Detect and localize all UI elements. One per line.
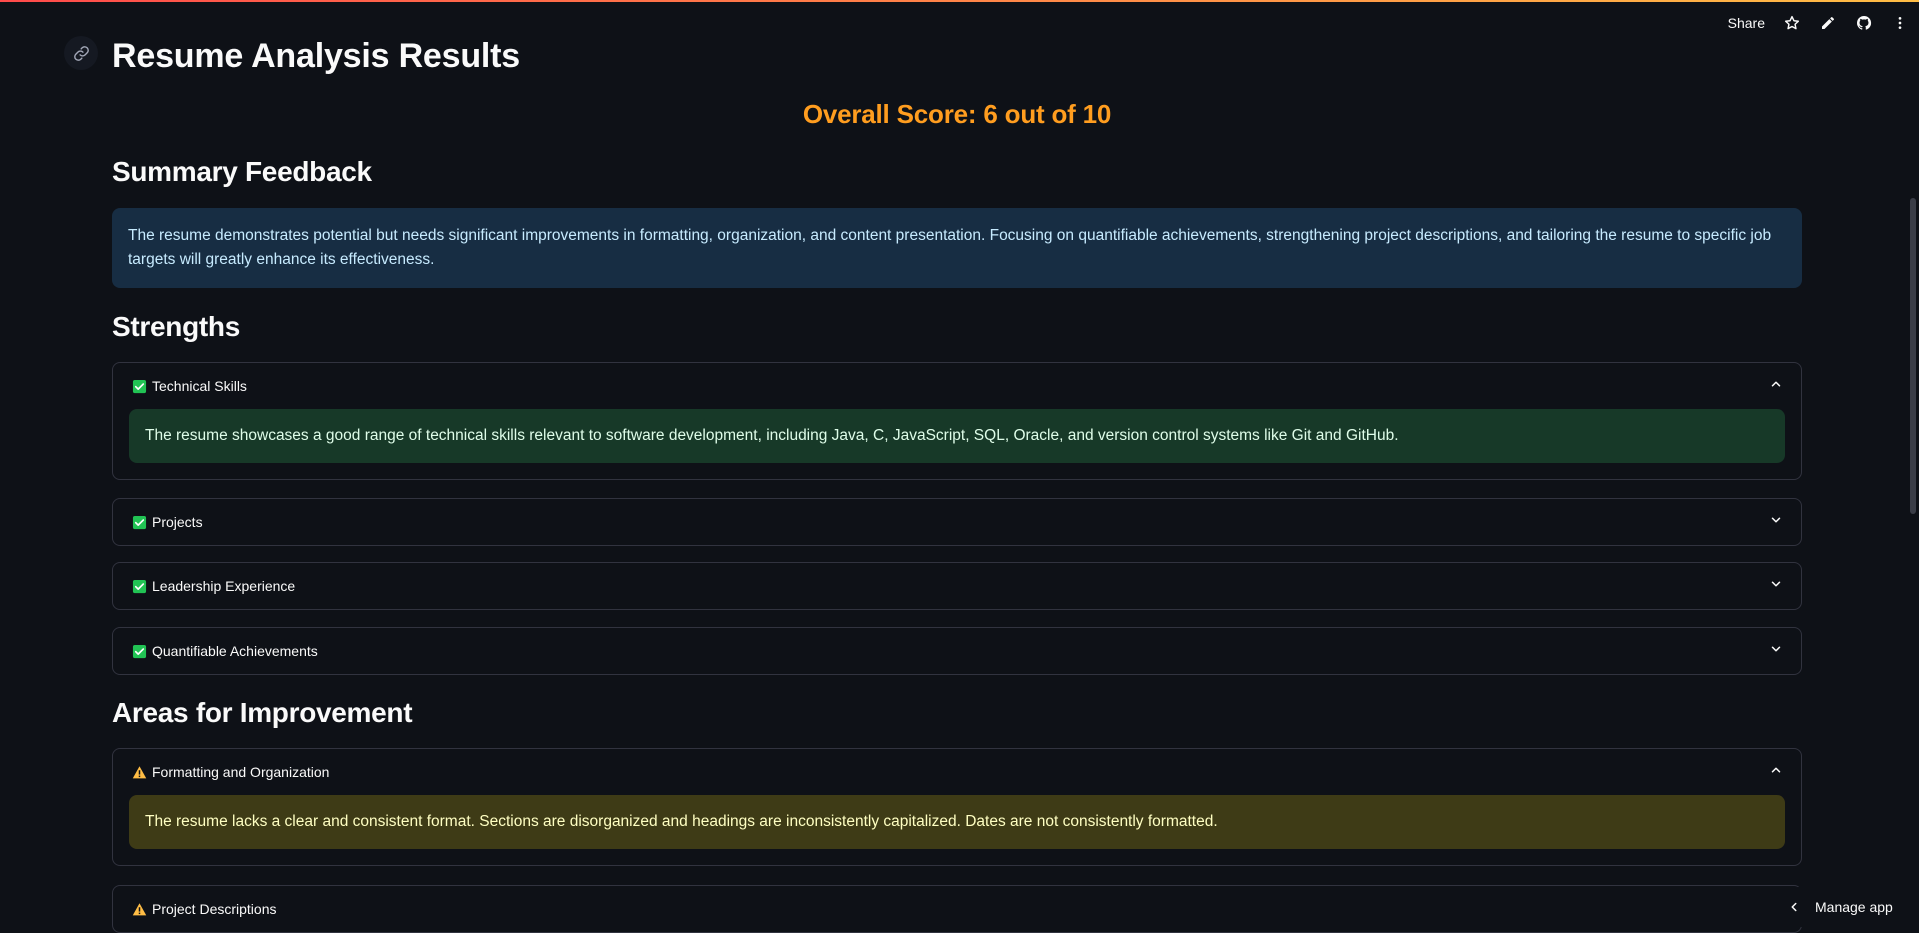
chevron-down-icon[interactable] xyxy=(1769,642,1783,661)
share-button[interactable]: Share xyxy=(1728,15,1765,31)
expander-header[interactable]: Projects xyxy=(113,499,1801,545)
page-scrollbar[interactable] xyxy=(1910,198,1916,514)
expander-formatting-and-organization: Formatting and Organization The resume l… xyxy=(112,748,1802,866)
warning-icon xyxy=(131,901,147,917)
expander-label: Quantifiable Achievements xyxy=(152,643,1769,659)
expander-label: Project Descriptions xyxy=(152,901,1769,917)
expander-label: Technical Skills xyxy=(152,378,1769,394)
top-decoration-bar xyxy=(0,0,1919,2)
expander-quantifiable-achievements: Quantifiable Achievements xyxy=(112,627,1802,675)
github-icon[interactable] xyxy=(1855,14,1873,32)
chevron-up-icon[interactable] xyxy=(1769,763,1783,782)
expander-project-descriptions: Project Descriptions xyxy=(112,885,1802,933)
expander-leadership-experience: Leadership Experience xyxy=(112,562,1802,610)
app-header: Share xyxy=(1728,8,1909,38)
expander-projects: Projects xyxy=(112,498,1802,546)
check-box-icon xyxy=(131,578,147,594)
improvements-heading: Areas for Improvement xyxy=(112,697,412,729)
expander-header[interactable]: Project Descriptions xyxy=(113,886,1801,932)
chevron-down-icon[interactable] xyxy=(1769,513,1783,532)
success-box: The resume showcases a good range of tec… xyxy=(129,409,1785,463)
expander-label: Projects xyxy=(152,514,1769,530)
expander-technical-skills: Technical Skills The resume showcases a … xyxy=(112,362,1802,480)
chevron-down-icon[interactable] xyxy=(1769,577,1783,596)
expander-body: The resume showcases a good range of tec… xyxy=(113,409,1801,479)
check-box-icon xyxy=(131,643,147,659)
expander-label: Formatting and Organization xyxy=(152,764,1769,780)
warning-box: The resume lacks a clear and consistent … xyxy=(129,795,1785,849)
warning-icon xyxy=(131,764,147,780)
expander-header[interactable]: Formatting and Organization xyxy=(113,749,1801,795)
expander-label: Leadership Experience xyxy=(152,578,1769,594)
improvement-text: The resume lacks a clear and consistent … xyxy=(145,813,1218,830)
page-title: Resume Analysis Results xyxy=(112,30,520,82)
summary-text: The resume demonstrates potential but ne… xyxy=(128,227,1771,268)
title-row: Resume Analysis Results xyxy=(112,30,520,82)
chevron-up-icon[interactable] xyxy=(1769,377,1783,396)
link-icon[interactable] xyxy=(64,36,98,70)
more-vertical-icon[interactable] xyxy=(1891,14,1909,32)
expander-body: The resume lacks a clear and consistent … xyxy=(113,795,1801,865)
star-icon[interactable] xyxy=(1783,14,1801,32)
overall-score: Overall Score: 6 out of 10 xyxy=(112,99,1802,130)
chevron-left-icon xyxy=(1787,900,1801,914)
manage-app-button[interactable]: Manage app xyxy=(1771,887,1919,927)
check-box-icon xyxy=(131,378,147,394)
pencil-icon[interactable] xyxy=(1819,14,1837,32)
summary-heading: Summary Feedback xyxy=(112,156,372,188)
summary-info-box: The resume demonstrates potential but ne… xyxy=(112,208,1802,288)
strength-text: The resume showcases a good range of tec… xyxy=(145,427,1399,444)
check-box-icon xyxy=(131,514,147,530)
expander-header[interactable]: Quantifiable Achievements xyxy=(113,628,1801,674)
manage-app-label: Manage app xyxy=(1815,899,1893,915)
expander-header[interactable]: Technical Skills xyxy=(113,363,1801,409)
strengths-heading: Strengths xyxy=(112,311,240,343)
expander-header[interactable]: Leadership Experience xyxy=(113,563,1801,609)
